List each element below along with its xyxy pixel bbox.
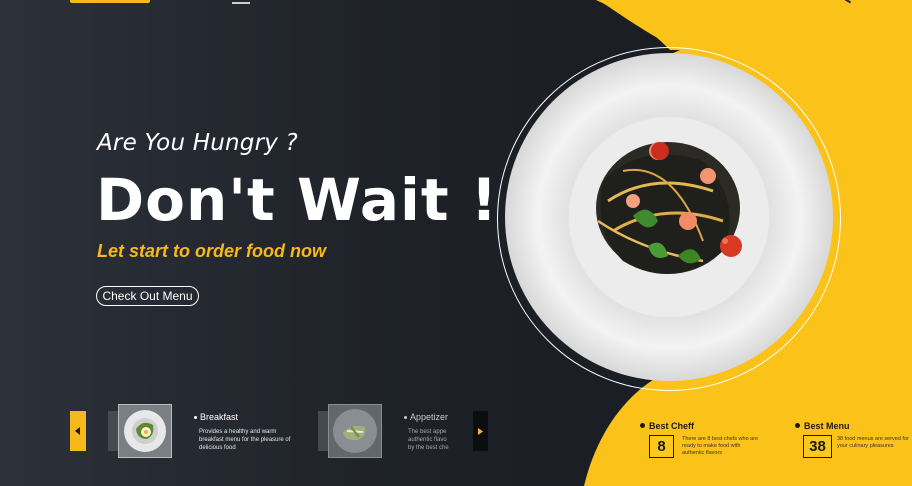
check-out-menu-button[interactable]: Check Out Menu <box>96 286 199 306</box>
chevron-left-icon <box>75 427 80 435</box>
top-right-mark <box>844 0 852 4</box>
stat-title-best-menu: Best Menu <box>795 421 850 431</box>
card-desc-breakfast: Provides a healthy and warm breakfast me… <box>199 429 291 451</box>
carousel-next-button[interactable] <box>473 411 488 451</box>
hamburger-menu-icon[interactable] <box>232 2 250 4</box>
card-thumb-breakfast[interactable] <box>118 404 172 458</box>
stat-title-best-cheff: Best Cheff <box>640 421 694 431</box>
card-thumb-appetizer[interactable] <box>328 404 382 458</box>
card-desc-appetizer: The best appe authentic flavo by the bes… <box>408 429 449 451</box>
hero-subtitle: Are You Hungry ? <box>97 130 298 156</box>
logo-strip <box>70 0 150 3</box>
breakfast-dish-image <box>124 410 166 452</box>
hero-title: Don't Wait ! <box>96 166 499 234</box>
stat-value-best-menu: 38 <box>803 435 832 458</box>
carousel-prev-button[interactable] <box>70 411 86 451</box>
chevron-right-icon <box>478 427 483 435</box>
stat-desc-best-cheff: There are 8 best chefs who are ready to … <box>682 436 759 456</box>
appetizer-dish-image <box>333 409 377 453</box>
card-title-appetizer: Appetizer <box>404 412 448 422</box>
card-title-breakfast: Breakfast <box>194 412 238 422</box>
stat-desc-best-menu: 38 food menus are served for your culina… <box>837 436 909 449</box>
pasta-plate-image <box>505 53 833 381</box>
stat-value-best-cheff: 8 <box>649 435 674 458</box>
hero-tagline: Let start to order food now <box>97 241 326 261</box>
